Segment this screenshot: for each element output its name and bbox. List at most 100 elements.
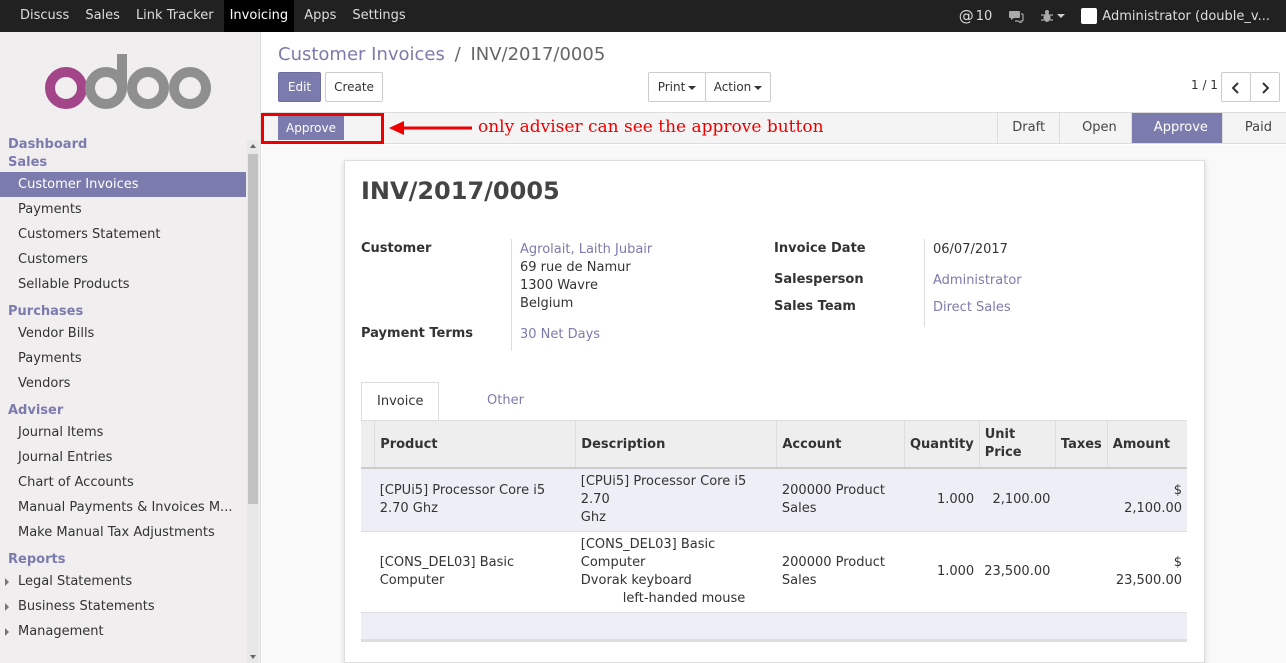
col-amount[interactable]: Amount — [1106, 421, 1187, 469]
app-menu: Discuss Sales Link Tracker Invoicing App… — [14, 0, 416, 32]
col-quantity[interactable]: Quantity — [904, 421, 980, 469]
scrollbar-thumb[interactable] — [248, 154, 258, 504]
annotation-highlight-box — [261, 113, 384, 144]
sales-team-link[interactable]: Direct Sales — [933, 299, 1011, 317]
pager-next-button[interactable] — [1250, 72, 1280, 102]
sidebar-item-dashboard[interactable]: Dashboard — [0, 136, 246, 154]
sidebar: Dashboard Sales Customer Invoices Paymen… — [0, 32, 261, 663]
stage-approve[interactable]: Approve — [1130, 113, 1222, 143]
cell-description: [CONS_DEL03] Basic Computer Dvorak keyboa… — [575, 531, 777, 613]
stage-bar: Draft Open Approve Paid — [997, 113, 1286, 143]
cell-amount: $ 2,100.00 — [1107, 468, 1187, 532]
sidebar-item-vendor-payments[interactable]: Payments — [0, 346, 246, 371]
stage-paid[interactable]: Paid — [1221, 113, 1286, 143]
stage-draft[interactable]: Draft — [997, 113, 1060, 143]
top-navbar: Discuss Sales Link Tracker Invoicing App… — [0, 0, 1286, 32]
salesperson-link[interactable]: Administrator — [933, 272, 1022, 290]
menu-apps[interactable]: Apps — [298, 0, 342, 32]
sidebar-item-journal-entries[interactable]: Journal Entries — [0, 445, 246, 470]
sidebar-item-customers-statement[interactable]: Customers Statement — [0, 222, 246, 247]
customer-link[interactable]: Agrolait, Laith Jubair — [520, 241, 652, 259]
annotation-arrow-icon — [389, 121, 472, 135]
sidebar-scrollbar[interactable] — [247, 140, 259, 663]
print-button[interactable]: Print — [648, 72, 706, 102]
mentions-count: 10 — [975, 8, 993, 24]
sidebar-item-sellable-products[interactable]: Sellable Products — [0, 272, 246, 297]
caret-right-icon — [5, 578, 9, 586]
create-button[interactable]: Create — [325, 72, 383, 102]
table-empty-row[interactable] — [361, 612, 1187, 642]
breadcrumb-parent[interactable]: Customer Invoices — [278, 44, 445, 65]
table-footer-rule — [361, 639, 1187, 642]
customer-label: Customer — [361, 241, 432, 256]
payment-terms-link[interactable]: 30 Net Days — [520, 326, 600, 344]
cell-product: [CPUi5] Processor Core i5 2.70 Ghz — [374, 468, 576, 532]
avatar — [1081, 8, 1098, 24]
cell-account: 200000 Product Sales — [776, 468, 905, 532]
col-taxes[interactable]: Taxes — [1054, 421, 1108, 469]
breadcrumb-current: INV/2017/0005 — [470, 44, 606, 65]
table-row[interactable]: [CPUi5] Processor Core i5 2.70 Ghz [CPUi… — [361, 468, 1187, 532]
sidebar-item-vendors[interactable]: Vendors — [0, 371, 246, 396]
menu-link-tracker[interactable]: Link Tracker — [130, 0, 220, 32]
col-description[interactable]: Description — [575, 421, 777, 469]
col-product[interactable]: Product — [374, 421, 576, 469]
user-name: Administrator (double_v... — [1102, 8, 1270, 24]
cell-quantity: 1.000 — [904, 531, 980, 613]
sidebar-item-management[interactable]: Management — [0, 619, 246, 644]
cell-taxes — [1055, 468, 1108, 532]
sidebar-item-vendor-bills[interactable]: Vendor Bills — [0, 321, 246, 346]
caret-down-icon — [754, 85, 763, 90]
sales-team-label: Sales Team — [774, 299, 856, 314]
sidebar-item-journal-items[interactable]: Journal Items — [0, 420, 246, 445]
scroll-up-icon[interactable] — [250, 144, 256, 148]
sidebar-nav: Dashboard Sales Customer Invoices Paymen… — [0, 136, 246, 644]
col-account[interactable]: Account — [776, 421, 905, 469]
cell-description: [CPUi5] Processor Core i5 2.70 Ghz — [575, 468, 777, 532]
tab-invoice-lines[interactable]: Invoice Lines — [361, 382, 440, 447]
table-row[interactable]: [CONS_DEL03] Basic Computer [CONS_DEL03]… — [361, 531, 1187, 613]
cell-unit-price: 2,100.00 — [979, 468, 1056, 532]
menu-discuss[interactable]: Discuss — [14, 0, 75, 32]
breadcrumb-separator: / — [454, 44, 461, 65]
col-unit-price[interactable]: Unit Price — [978, 421, 1056, 469]
menu-settings[interactable]: Settings — [346, 0, 411, 32]
invoice-date-label: Invoice Date — [774, 241, 866, 256]
menu-sales[interactable]: Sales — [79, 0, 126, 32]
sidebar-item-business-statements[interactable]: Business Statements — [0, 594, 246, 619]
cell-unit-price: 23,500.00 — [979, 531, 1056, 613]
caret-right-icon — [5, 628, 9, 636]
chevron-right-icon — [1262, 81, 1270, 94]
sidebar-section-reports: Reports — [8, 552, 66, 567]
sidebar-item-chart-of-accounts[interactable]: Chart of Accounts — [0, 470, 246, 495]
pager-previous-button[interactable] — [1221, 72, 1251, 102]
mentions-counter[interactable]: @ 10 — [959, 7, 993, 25]
sidebar-item-manual-tax[interactable]: Make Manual Tax Adjustments — [0, 520, 246, 545]
user-menu[interactable]: Administrator (double_v... — [1081, 8, 1270, 24]
menu-invoicing[interactable]: Invoicing — [223, 0, 295, 32]
invoice-sheet: INV/2017/0005 Customer Agrolait, Laith J… — [344, 160, 1205, 663]
sidebar-item-payments[interactable]: Payments — [0, 197, 246, 222]
invoice-date-value: 06/07/2017 — [933, 242, 1008, 257]
sidebar-item-customers[interactable]: Customers — [0, 247, 246, 272]
sidebar-item-manual-payments[interactable]: Manual Payments & Invoices M... — [0, 495, 246, 520]
tab-other-info[interactable]: Other Info — [472, 382, 539, 446]
pager-value: 1 / 1 — [1191, 78, 1218, 92]
sidebar-item-legal-statements[interactable]: Legal Statements — [0, 569, 246, 594]
scroll-down-icon[interactable] — [250, 655, 256, 659]
action-button[interactable]: Action — [705, 72, 771, 102]
stage-open[interactable]: Open — [1059, 113, 1131, 143]
chat-icon[interactable] — [1008, 10, 1024, 23]
salesperson-label: Salesperson — [774, 272, 864, 287]
cell-account: 200000 Product Sales — [776, 531, 905, 613]
customer-address: Agrolait, Laith Jubair 69 rue de Namur 1… — [520, 241, 653, 311]
cell-quantity: 1.000 — [904, 468, 980, 532]
cell-taxes — [1055, 531, 1108, 613]
debug-bug-icon[interactable] — [1040, 9, 1066, 23]
sidebar-item-customer-invoices[interactable]: Customer Invoices — [0, 172, 246, 197]
cell-amount: $ 23,500.00 — [1107, 531, 1187, 613]
sidebar-section-sales: Sales — [8, 155, 48, 170]
chevron-left-icon — [1231, 81, 1239, 94]
payment-terms-label: Payment Terms — [361, 326, 474, 341]
edit-button[interactable]: Edit — [278, 72, 321, 102]
